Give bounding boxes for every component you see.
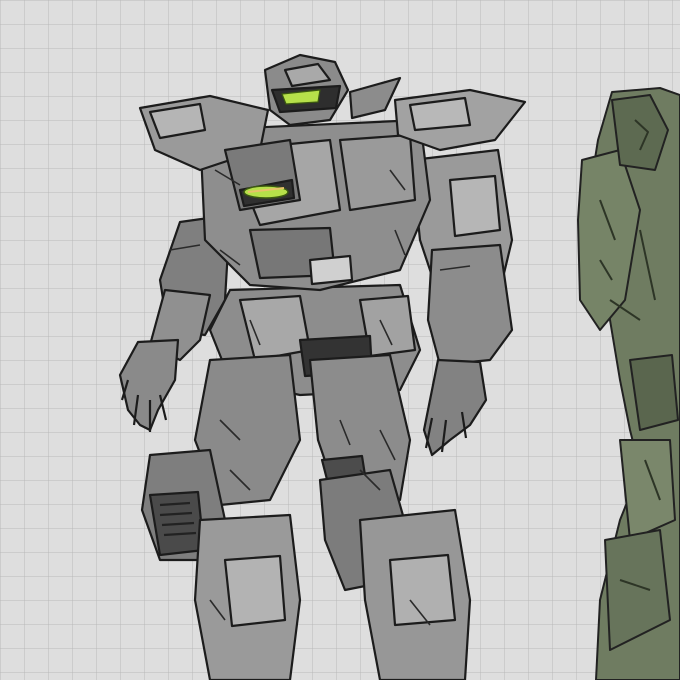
right-forearm: [426, 243, 514, 367]
mech-illustration: [0, 0, 680, 680]
illustration-canvas: [0, 0, 680, 680]
